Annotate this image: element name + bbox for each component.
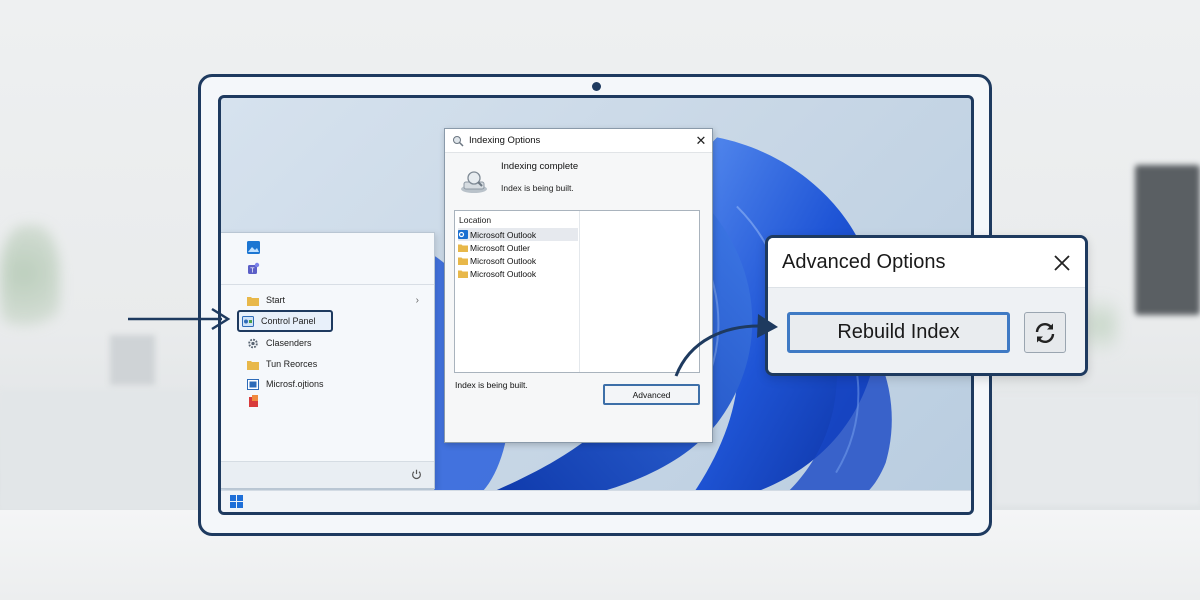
dialog-titlebar: Indexing Options ✕ (445, 129, 712, 153)
start-menu-divider (221, 284, 434, 285)
advanced-options-title: Advanced Options (782, 251, 946, 273)
footer-status: Index is being built. (455, 380, 528, 390)
location-row[interactable]: Microsoft Outler (458, 241, 578, 254)
photos-app-icon[interactable] (247, 241, 260, 254)
start-menu-item-label: Start (266, 295, 286, 305)
location-row[interactable]: Microsoft Outlook (458, 267, 578, 280)
folder-icon (458, 244, 468, 252)
dialog-title: Indexing Options (469, 135, 541, 146)
gear-icon (248, 338, 258, 348)
location-label: Microsoft Outlook (470, 268, 537, 279)
outlook-icon (458, 230, 468, 239)
chevron-right-icon: › (415, 294, 419, 306)
start-menu: T Start › Control Panel Clasenders Tun R… (221, 232, 435, 489)
start-menu-item-label: Clasenders (266, 338, 312, 348)
start-menu-item-label: Microsf.ojtions (266, 379, 324, 389)
start-menu-item-label: Control Panel (261, 316, 316, 326)
indexing-icon (453, 135, 464, 147)
folder-icon (247, 296, 259, 306)
background-pot (110, 335, 155, 385)
background-monitor (1135, 165, 1200, 315)
location-label: Microsoft Outler (470, 242, 530, 253)
location-label: Microsoft Outlook (470, 255, 537, 266)
location-label: Microsoft Outlook (470, 229, 537, 240)
office-app-icon[interactable] (247, 395, 260, 408)
rebuild-index-button[interactable]: Rebuild Index (787, 312, 1010, 353)
indexing-options-dialog: Indexing Options ✕ Indexing complete Ind… (444, 128, 713, 443)
status-heading: Indexing complete (501, 161, 579, 172)
windows-start-icon[interactable] (230, 495, 243, 508)
start-menu-item-label: Tun Reorces (266, 359, 318, 369)
locations-list: Location Microsoft Outlook Microsoft Out… (454, 210, 700, 373)
folder-icon (247, 360, 259, 370)
start-menu-item-clasenders[interactable]: Clasenders (241, 334, 427, 352)
start-menu-item-start[interactable]: Start › (241, 291, 427, 309)
advanced-options-body: Rebuild Index (768, 288, 1085, 373)
start-menu-item-tun-reorces[interactable]: Tun Reorces (241, 355, 427, 373)
settings-app-icon (247, 378, 259, 390)
webcam (592, 82, 601, 91)
refresh-icon (1035, 322, 1055, 343)
column-divider (579, 211, 580, 372)
taskbar (221, 490, 971, 512)
advanced-button[interactable]: Advanced (603, 384, 700, 405)
column-header-location: Location (459, 215, 492, 225)
advanced-options-header: Advanced Options (768, 238, 1085, 288)
status-detail: Index is being built. (501, 183, 574, 193)
refresh-button[interactable] (1024, 312, 1066, 353)
location-row[interactable]: Microsoft Outlook (458, 228, 578, 241)
location-row[interactable]: Microsoft Outlook (458, 254, 578, 267)
close-icon[interactable]: ✕ (690, 133, 712, 149)
background-plant (0, 225, 60, 345)
folder-icon (458, 270, 468, 278)
advanced-options-panel: Advanced Options Rebuild Index (765, 235, 1088, 376)
control-panel-icon (242, 315, 254, 327)
background-desk (995, 395, 1200, 505)
start-menu-item-control-panel[interactable]: Control Panel (237, 310, 333, 332)
indexing-status-icon (461, 171, 487, 193)
background-shelf (0, 390, 205, 510)
close-icon[interactable] (1039, 238, 1085, 288)
teams-app-icon[interactable]: T (247, 262, 260, 275)
power-icon[interactable] (411, 469, 422, 480)
start-menu-item-microsoft-options[interactable]: Microsf.ojtions (241, 375, 427, 393)
start-menu-footer (221, 461, 434, 488)
folder-icon (458, 257, 468, 265)
svg-text:T: T (250, 268, 255, 275)
